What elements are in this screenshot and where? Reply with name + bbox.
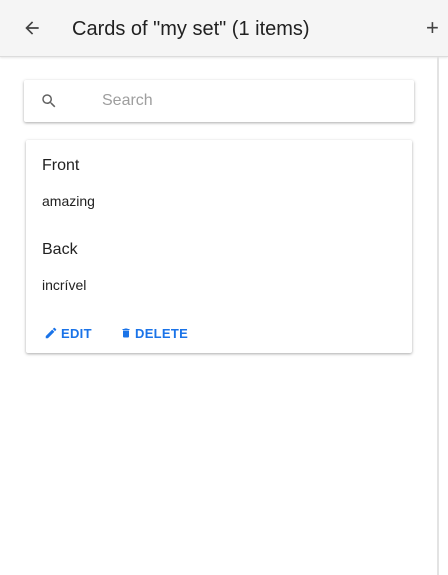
back-label: Back bbox=[42, 241, 78, 258]
search-icon bbox=[42, 94, 56, 108]
add-card-button[interactable]: + bbox=[426, 14, 448, 42]
delete-button[interactable]: DELETE bbox=[120, 323, 188, 343]
edit-label: EDIT bbox=[61, 325, 92, 341]
back-value: incrível bbox=[42, 277, 87, 293]
flashcard: Front amazing Back incrível EDIT DELETE bbox=[26, 140, 412, 353]
search-input[interactable] bbox=[102, 90, 402, 112]
page-title: Cards of "my set" (1 items) bbox=[72, 18, 310, 40]
front-label: Front bbox=[42, 157, 80, 174]
delete-label: DELETE bbox=[135, 325, 189, 341]
app-bar: Cards of "my set" (1 items) + bbox=[0, 0, 448, 57]
add-icon: + bbox=[426, 15, 439, 40]
back-button[interactable] bbox=[18, 14, 46, 42]
panel-divider bbox=[437, 57, 439, 575]
front-value: amazing bbox=[42, 193, 95, 209]
trash-icon bbox=[122, 328, 130, 338]
pencil-icon bbox=[45, 327, 57, 339]
search-bar[interactable] bbox=[24, 80, 414, 122]
edit-button[interactable]: EDIT bbox=[44, 323, 92, 343]
arrow-left-icon bbox=[25, 21, 39, 35]
